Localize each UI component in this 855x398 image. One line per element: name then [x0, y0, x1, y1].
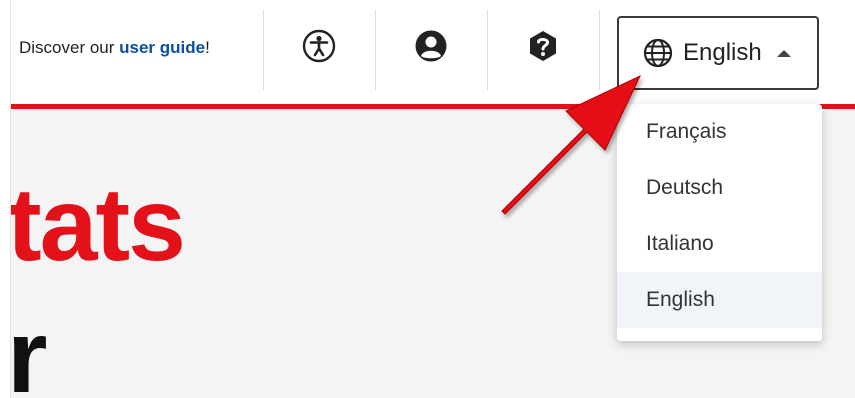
current-language-label: English: [683, 39, 762, 66]
hero-title-black: r: [11, 299, 48, 398]
language-option-deutsch[interactable]: Deutsch: [617, 160, 822, 216]
page-left-edge: [0, 0, 11, 398]
top-header-bar: Discover our user guide! English: [11, 0, 855, 104]
header-divider: [487, 10, 488, 90]
globe-icon: [643, 38, 673, 68]
guide-suffix: !: [205, 38, 210, 57]
header-divider: [263, 10, 264, 90]
accessibility-icon: [302, 29, 336, 63]
help-icon: [530, 31, 556, 61]
language-dropdown-menu: Français Deutsch Italiano English: [617, 104, 822, 341]
language-option-italiano[interactable]: Italiano: [617, 216, 822, 272]
language-option-english[interactable]: English: [617, 272, 822, 328]
hero-title-red: tats: [11, 167, 186, 283]
help-button[interactable]: [521, 24, 565, 68]
account-button[interactable]: [409, 24, 453, 68]
language-option-francais[interactable]: Français: [617, 104, 822, 160]
user-account-icon: [415, 30, 447, 62]
user-guide-link[interactable]: user guide: [119, 38, 205, 57]
header-divider: [375, 10, 376, 90]
guide-prefix: Discover our: [19, 38, 120, 57]
caret-up-icon: [776, 50, 791, 57]
language-selector-button[interactable]: English: [617, 16, 819, 90]
header-divider: [599, 10, 600, 90]
user-guide-text: Discover our user guide!: [19, 38, 210, 58]
accessibility-button[interactable]: [297, 24, 341, 68]
